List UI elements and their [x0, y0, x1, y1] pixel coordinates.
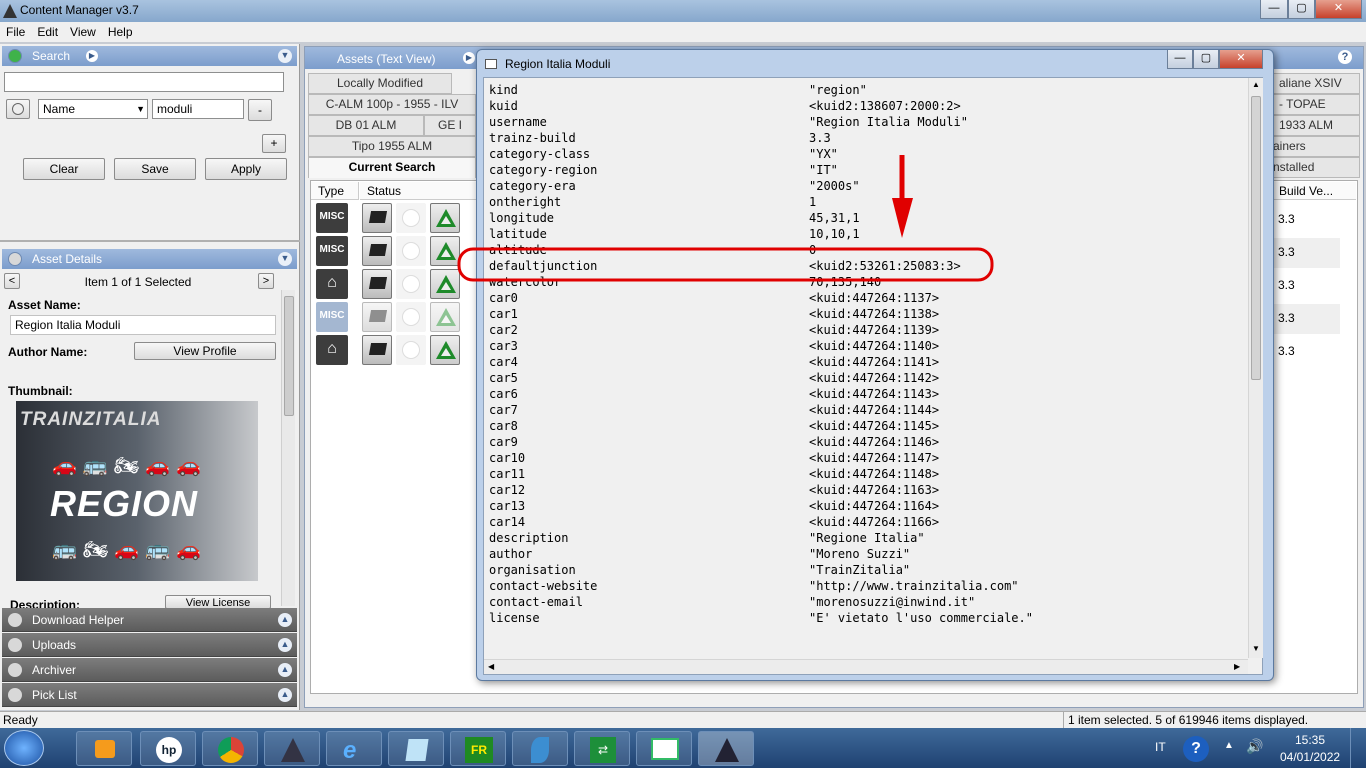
start-button[interactable] — [4, 730, 44, 766]
transfer-icon[interactable]: ⇄ — [574, 731, 630, 766]
volume-icon[interactable]: 🔊 — [1246, 738, 1263, 755]
annotation-arrow-head — [892, 198, 913, 238]
hp-icon[interactable]: hp — [140, 731, 196, 766]
app-fr-icon[interactable]: FR — [450, 731, 506, 766]
annotation-highlight — [457, 247, 994, 282]
notes-icon[interactable] — [388, 731, 444, 766]
help-tray-icon[interactable]: ? — [1183, 736, 1209, 762]
internet-explorer-icon[interactable]: e — [326, 731, 382, 766]
status-bar: Ready 1 item selected. 5 of 619946 items… — [0, 711, 1366, 728]
clock-date[interactable]: 04/01/2022 — [1280, 750, 1340, 764]
window-app-icon[interactable] — [636, 731, 692, 766]
show-desktop-button[interactable] — [1350, 728, 1366, 768]
taskbar: hp e FR ⇄ IT ? ▲ 🔊 15:35 04/01/2022 — [0, 728, 1366, 768]
media-player-icon[interactable] — [76, 731, 132, 766]
trainz-icon[interactable] — [264, 731, 320, 766]
status-right: 1 item selected. 5 of 619946 items displ… — [1063, 712, 1312, 728]
annotation-overlay — [457, 155, 994, 282]
feather-app-icon[interactable] — [512, 731, 568, 766]
status-left: Ready — [3, 713, 38, 727]
language-indicator[interactable]: IT — [1155, 740, 1166, 754]
chrome-icon[interactable] — [202, 731, 258, 766]
content-manager-task-icon[interactable] — [698, 731, 754, 766]
tray-arrow-icon[interactable]: ▲ — [1224, 740, 1234, 751]
clock-time[interactable]: 15:35 — [1295, 733, 1325, 747]
